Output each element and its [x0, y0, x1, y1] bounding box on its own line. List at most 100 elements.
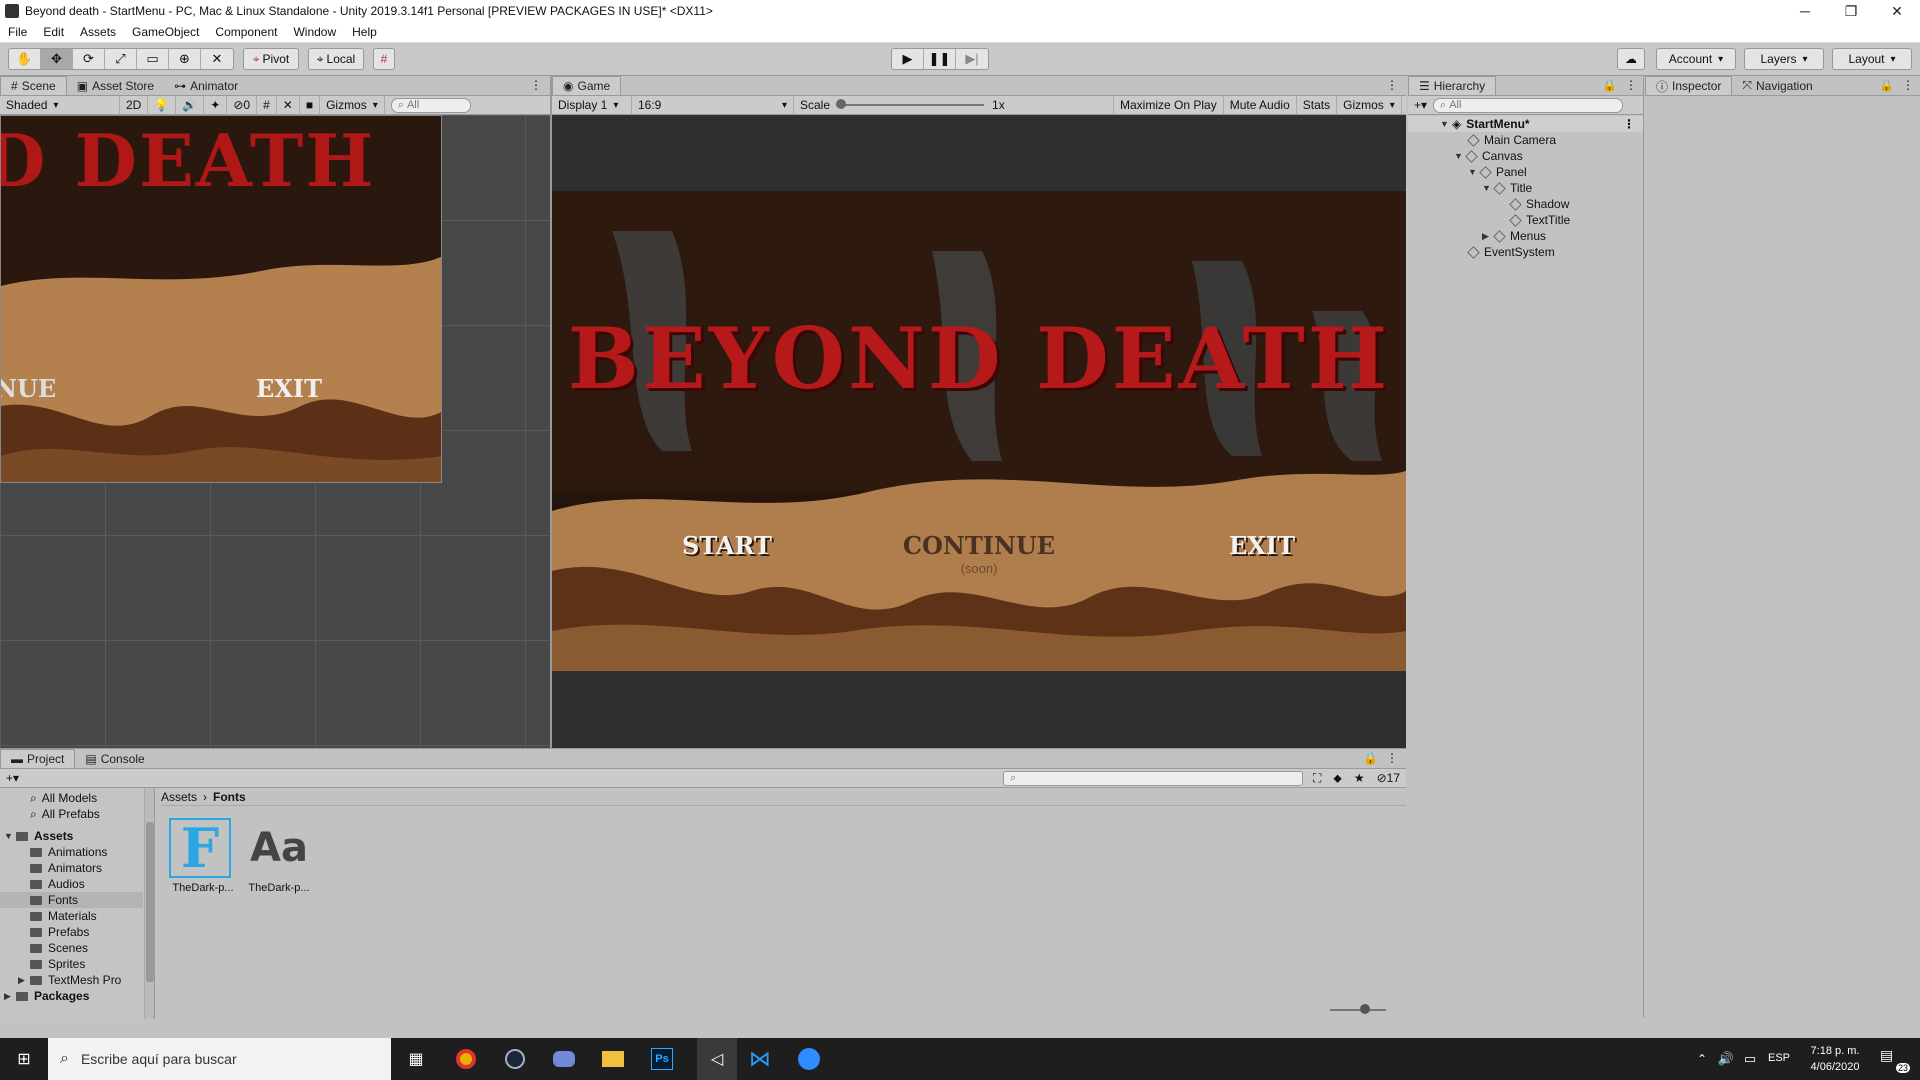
- transform-tool-icon[interactable]: ⊕: [169, 49, 201, 69]
- discord-icon[interactable]: [550, 1045, 578, 1073]
- menu-window[interactable]: Window: [285, 25, 344, 39]
- step-icon[interactable]: ▶|: [956, 49, 988, 69]
- tab-game[interactable]: ◉ Game: [552, 76, 622, 95]
- project-menu-icon[interactable]: ⋮: [1386, 751, 1398, 765]
- folder-animators[interactable]: Animators: [30, 860, 102, 876]
- project-create-icon[interactable]: +▾: [6, 771, 19, 785]
- menu-help[interactable]: Help: [344, 25, 385, 39]
- close-button[interactable]: ✕: [1874, 3, 1920, 20]
- folder-packages[interactable]: ▶ Packages: [4, 988, 89, 1004]
- custom-tool-icon[interactable]: ✕: [201, 49, 233, 69]
- aspect-dropdown[interactable]: 16:9: [632, 95, 794, 115]
- menu-component[interactable]: Component: [207, 25, 285, 39]
- folder-tree-scrollbar[interactable]: [144, 788, 154, 1019]
- filter-by-label-icon[interactable]: ⬥: [1333, 771, 1341, 786]
- network-icon[interactable]: ▭: [1736, 1045, 1764, 1073]
- tab-asset-store[interactable]: ▣ Asset Store: [67, 76, 164, 95]
- task-view-icon[interactable]: ▦: [402, 1045, 430, 1073]
- lighting-icon[interactable]: 💡: [148, 95, 177, 115]
- maximize-on-play-toggle[interactable]: Maximize On Play: [1114, 95, 1224, 115]
- folder-scenes[interactable]: Scenes: [30, 940, 88, 956]
- favorites-star-icon[interactable]: ★: [1354, 771, 1365, 785]
- folder-animations[interactable]: Animations: [30, 844, 107, 860]
- hand-tool-icon[interactable]: ✋: [9, 49, 41, 69]
- folder-audios[interactable]: Audios: [30, 876, 85, 892]
- rotate-tool-icon[interactable]: ⟳: [73, 49, 105, 69]
- windows-start-icon[interactable]: ⊞: [10, 1045, 38, 1073]
- rect-tool-icon[interactable]: ▭: [137, 49, 169, 69]
- hierarchy-item-shadow[interactable]: Shadow: [1509, 196, 1569, 212]
- lock-icon[interactable]: 🔒: [1602, 78, 1617, 92]
- visibility-toggle[interactable]: ⊘ 0: [227, 95, 258, 115]
- taskbar-search-input[interactable]: ⌕ Escribe aquí para buscar: [48, 1038, 391, 1080]
- folder-textmesh-pro[interactable]: ▶ TextMesh Pro: [18, 972, 121, 988]
- pivot-button[interactable]: ⌖ Pivot: [243, 48, 299, 70]
- asset-item-font[interactable]: F TheDark-p...: [169, 818, 237, 894]
- tab-animator[interactable]: ⊶ Animator: [164, 76, 248, 95]
- hierarchy-item-main-camera[interactable]: Main Camera: [1467, 132, 1556, 148]
- scene-search-input[interactable]: ⌕ All: [390, 97, 471, 113]
- scale-slider[interactable]: [836, 99, 985, 109]
- effects-icon[interactable]: ✦: [204, 95, 228, 115]
- folder-fonts[interactable]: Fonts: [0, 892, 143, 908]
- expand-arrow-icon[interactable]: ▼: [1440, 119, 1452, 129]
- hierarchy-item-title[interactable]: ▼ Title: [1482, 180, 1532, 196]
- hierarchy-search-input[interactable]: ⌕ All: [1433, 97, 1624, 113]
- tab-hierarchy[interactable]: ☰ Hierarchy: [1408, 76, 1497, 95]
- local-button[interactable]: ⌖ Local: [308, 48, 364, 70]
- layers-dropdown[interactable]: Layers: [1744, 48, 1824, 70]
- chrome-icon[interactable]: [452, 1045, 480, 1073]
- grid-snap-button[interactable]: #: [373, 48, 395, 70]
- panel-menu-icon[interactable]: ⋮: [530, 78, 542, 92]
- expand-arrow-icon[interactable]: ▼: [4, 831, 16, 841]
- hierarchy-item-canvas[interactable]: ▼ Canvas: [1454, 148, 1523, 164]
- unity-taskbar-icon[interactable]: ◁: [697, 1038, 737, 1080]
- move-tool-icon[interactable]: ✥: [41, 49, 73, 69]
- play-icon[interactable]: ▶: [892, 49, 924, 69]
- stats-toggle[interactable]: Stats: [1297, 95, 1338, 115]
- asset-item-font-sdf[interactable]: Aa TheDark-p...: [245, 818, 313, 894]
- tab-inspector[interactable]: ⓘ Inspector: [1645, 76, 1733, 95]
- folder-prefabs[interactable]: Prefabs: [30, 924, 89, 940]
- breadcrumb-fonts[interactable]: Fonts: [213, 790, 246, 804]
- tab-console[interactable]: ▤ Console: [75, 749, 154, 768]
- icon-size-slider-thumb[interactable]: [1360, 1004, 1370, 1014]
- mute-audio-toggle[interactable]: Mute Audio: [1224, 95, 1297, 115]
- notification-center-button[interactable]: ▤ 23: [1880, 1047, 1910, 1073]
- project-search-input[interactable]: ⌕: [1003, 770, 1303, 786]
- hierarchy-item-panel[interactable]: ▼ Panel: [1468, 164, 1527, 180]
- scale-tool-icon[interactable]: ⤢: [105, 49, 137, 69]
- tools-icon[interactable]: ✕: [277, 95, 300, 115]
- account-dropdown[interactable]: Account: [1656, 48, 1736, 70]
- maximize-button[interactable]: ❐: [1828, 3, 1874, 20]
- project-lock-icon[interactable]: 🔒: [1363, 751, 1378, 765]
- game-gizmos-dropdown[interactable]: Gizmos: [1337, 95, 1402, 115]
- create-icon[interactable]: +▾: [1414, 98, 1427, 112]
- camera-icon[interactable]: ■: [300, 95, 321, 115]
- 2d-toggle[interactable]: 2D: [120, 95, 149, 115]
- collapse-arrow-icon[interactable]: ▶: [18, 975, 30, 986]
- tab-project[interactable]: ▬ Project: [0, 749, 76, 768]
- inspector-menu-icon[interactable]: ⋮: [1902, 78, 1914, 92]
- file-explorer-icon[interactable]: [599, 1045, 627, 1073]
- scene-menu-icon[interactable]: ⋮: [1623, 117, 1635, 131]
- hierarchy-item-menus[interactable]: ▶ Menus: [1482, 228, 1546, 244]
- photoshop-icon[interactable]: Ps: [648, 1045, 676, 1073]
- folder-tree-scroll-thumb[interactable]: [146, 822, 154, 982]
- grid-icon[interactable]: #: [257, 95, 277, 115]
- exit-button[interactable]: EXIT: [1229, 531, 1295, 560]
- gizmos-dropdown[interactable]: Gizmos: [320, 95, 385, 115]
- hierarchy-item-startmenu[interactable]: ▼ ◈ StartMenu* ⋮: [1408, 116, 1643, 132]
- scene-viewport[interactable]: D DEATH NUE EXIT: [0, 115, 550, 748]
- menu-assets[interactable]: Assets: [72, 25, 124, 39]
- filter-by-type-icon[interactable]: ⛶: [1313, 771, 1321, 786]
- menu-file[interactable]: File: [0, 25, 35, 39]
- vscode-icon[interactable]: ⋈: [746, 1045, 774, 1073]
- favorite-all-prefabs[interactable]: ⌕ All Prefabs: [30, 806, 100, 822]
- shading-dropdown[interactable]: Shaded: [0, 95, 120, 115]
- icon-size-slider[interactable]: [1330, 1004, 1386, 1014]
- game-panel-menu-icon[interactable]: ⋮: [1386, 78, 1398, 92]
- breadcrumb-assets[interactable]: Assets: [161, 790, 197, 804]
- scale-slider-thumb[interactable]: [836, 99, 847, 109]
- language-indicator[interactable]: ESP: [1768, 1052, 1790, 1064]
